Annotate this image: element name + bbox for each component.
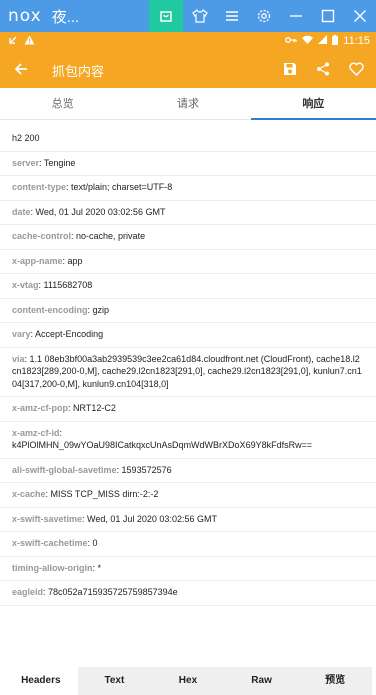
shirt-icon[interactable] [184,0,216,32]
header-value: MISS TCP_MISS dirn:-2:-2 [50,489,159,499]
header-row: x-vtag: 1115682708 [0,274,376,299]
header-row: x-amz-cf-id: k4PlOlMHN_09wYOaU98ICatkqxcU… [0,422,376,459]
tab-headers[interactable]: Headers [4,667,78,695]
header-key: content-type [12,182,66,192]
header-row: x-cache: MISS TCP_MISS dirn:-2:-2 [0,483,376,508]
header-key: content-encoding [12,304,88,315]
tab-raw[interactable]: Raw [225,667,299,695]
header-key: timing-allow-origin [12,562,93,573]
tab-preview[interactable]: 预览 [298,667,372,695]
tab-overview[interactable]: 总览 [0,88,125,119]
header-key: ali-swift-global-savetime [12,464,117,475]
header-row: content-type: text/plain; charset=UTF-8 [0,176,376,201]
header-value: * [97,562,102,573]
header-row: x-swift-cachetime: 0 [0,532,376,557]
signal-icon [318,35,328,47]
header-value: NRT12-C2 [73,403,116,413]
header-value: Wed, 01 Jul 2020 03:02:56 GMT [87,513,217,524]
emulator-logo: nox [8,6,42,26]
header-value: Wed, 01 Jul 2020 03:02:56 GMT [35,206,166,217]
header-value: Accept-Encoding [35,329,104,339]
save-icon[interactable] [274,50,306,88]
tab-text[interactable]: Text [78,667,152,695]
tab-request[interactable]: 请求 [125,88,250,119]
header-key: vary [12,329,31,339]
heart-icon[interactable] [340,50,372,88]
header-key: x-swift-cachetime [12,538,88,548]
tab-response[interactable]: 响应 [250,88,376,120]
header-row: x-app-name: app [0,250,376,274]
share-icon[interactable] [307,50,339,88]
header-row: date: Wed, 01 Jul 2020 03:02:56 GMT [0,201,376,225]
status-bar: 11:15 [0,32,376,50]
battery-icon [332,34,339,48]
header-row: timing-allow-origin: * [0,557,376,581]
header-value: text/plain; charset=UTF-8 [71,182,173,192]
header-row: x-amz-cf-pop: NRT12-C2 [0,397,376,422]
status-time: 11:15 [343,35,370,47]
close-icon[interactable] [344,0,376,32]
header-value: 1.1 08eb3bf00a3ab2939539c3ee2ca61d84.clo… [12,353,362,389]
header-row: ali-swift-global-savetime: 1593572576 [0,459,376,483]
header-key: x-amz-cf-pop [12,403,68,413]
header-key: cache-control [12,231,72,241]
header-row: vary: Accept-Encoding [0,323,376,348]
header-key: eagleid [12,587,44,597]
header-value: k4PlOlMHN_09wYOaU98ICatkqxcUnAsDqmWdWBrX… [12,440,313,450]
header-value: no-cache, private [76,231,146,241]
header-row: via: 1.1 08eb3bf00a3ab2939539c3ee2ca61d8… [0,348,376,397]
emulator-title-bar: nox 夜... [0,0,376,32]
header-value: gzip [92,304,110,315]
header-row: cache-control: no-cache, private [0,225,376,250]
app-bar: 抓包内容 [0,50,376,88]
header-key: server [12,157,40,168]
response-headers-list[interactable]: h2 200 server: Tengine content-type: tex… [0,121,376,667]
shopping-bag-icon[interactable] [149,0,183,32]
gear-icon[interactable] [248,0,280,32]
header-value: 78c052a715935725759857394e [48,587,178,597]
header-key: x-app-name [12,255,63,266]
header-value: 1593572576 [121,464,172,475]
back-icon[interactable] [5,50,37,88]
header-value: app [67,255,83,266]
header-key: x-amz-cf-id [12,427,60,438]
header-row: eagleid: 78c052a715935725759857394e [0,581,376,606]
header-key: x-cache [12,489,46,499]
maximize-icon[interactable] [312,0,344,32]
header-row: server: Tengine [0,152,376,176]
warning-icon [24,35,35,48]
status-line-row: h2 200 [0,121,376,152]
page-title: 抓包内容 [52,64,105,79]
menu-icon[interactable] [216,0,248,32]
bottom-tab-bar: Headers Text Hex Raw 预览 [4,667,372,695]
wifi-icon [302,35,314,47]
minimize-icon[interactable] [280,0,312,32]
tab-bar: 总览 请求 响应 [0,88,376,120]
tab-hex[interactable]: Hex [151,667,225,695]
header-value: 0 [92,538,98,548]
key-icon [285,35,297,47]
status-line: h2 200 [12,133,40,143]
header-key: date [12,206,31,217]
header-key: x-vtag [12,280,39,290]
header-value: Tengine [43,157,76,168]
header-value: 1115682708 [43,280,93,290]
back-arrow-icon [8,35,18,48]
header-key: x-swift-savetime [12,513,83,524]
header-row: content-encoding: gzip [0,299,376,323]
header-row: x-swift-savetime: Wed, 01 Jul 2020 03:02… [0,508,376,532]
emulator-title: 夜... [51,8,80,26]
header-key: via [12,353,25,364]
